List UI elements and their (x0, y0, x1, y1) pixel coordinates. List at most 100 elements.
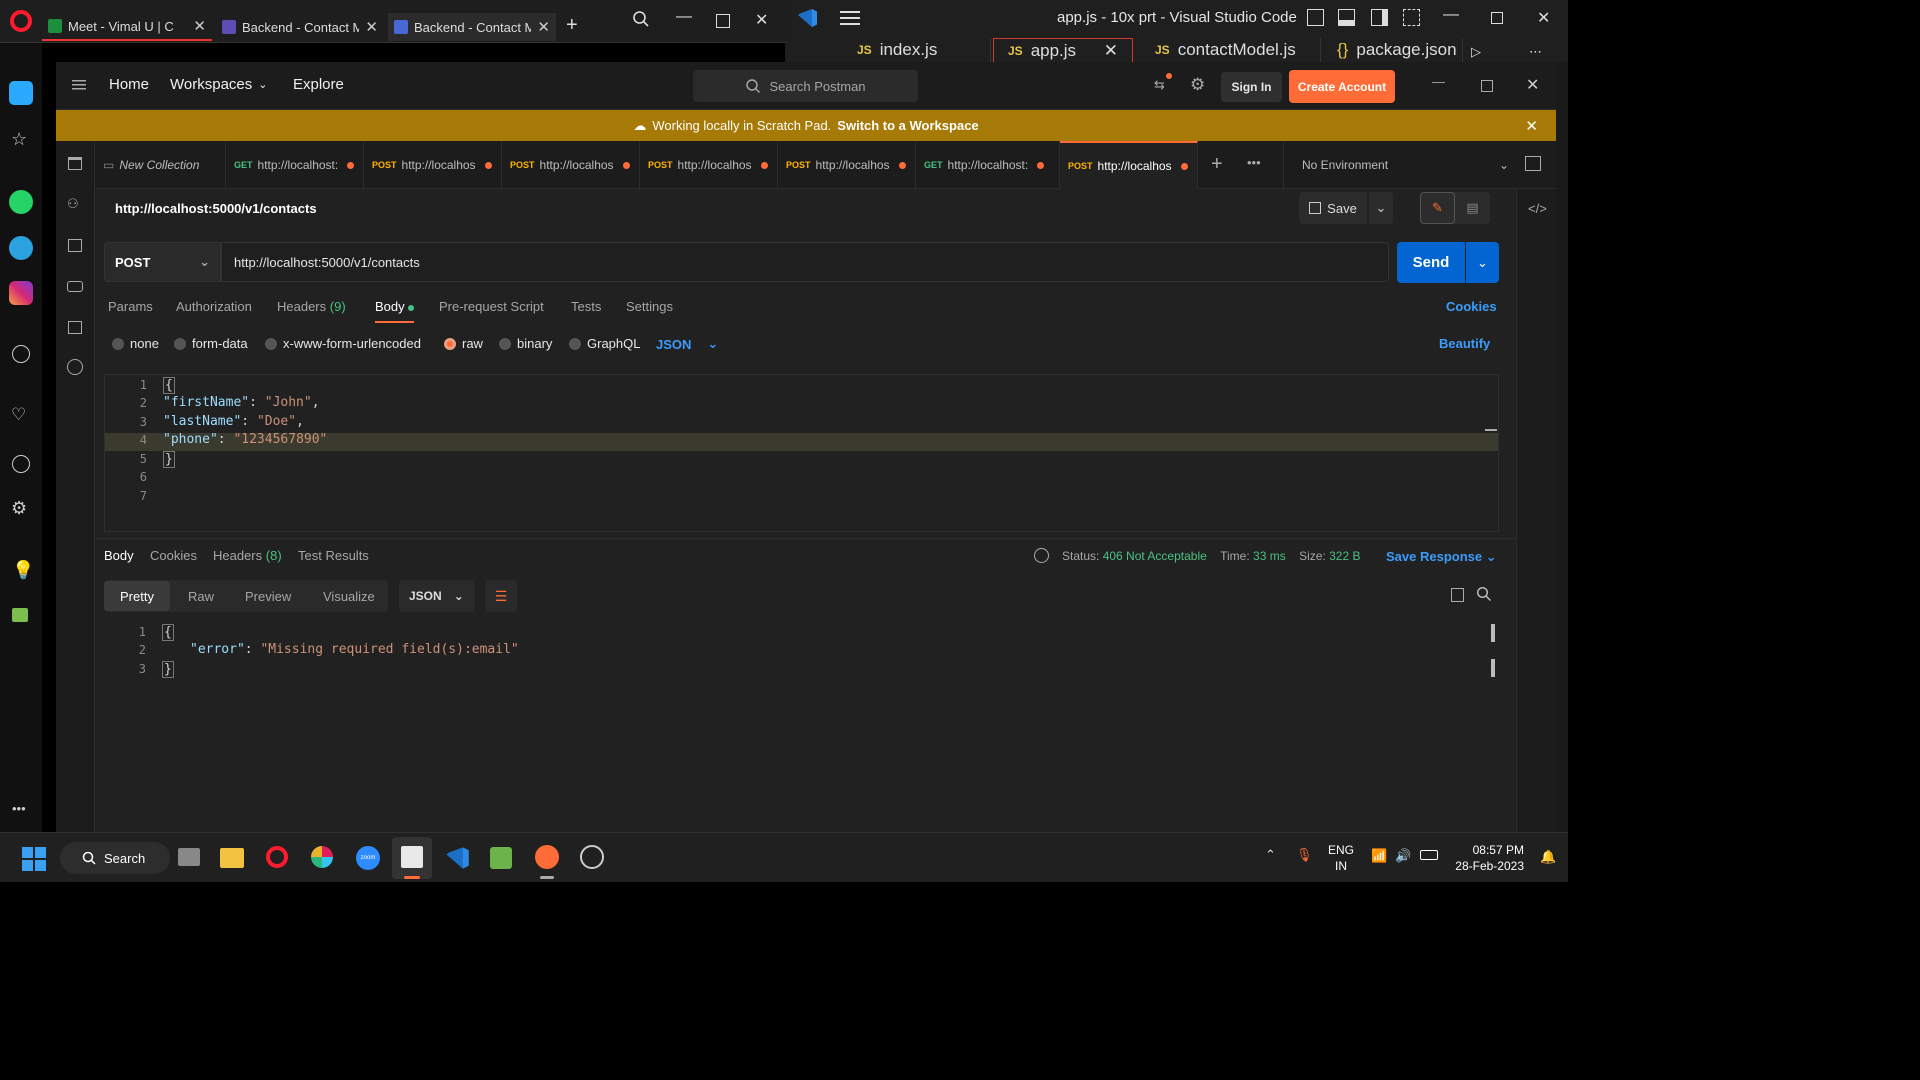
send-button[interactable]: Send (1397, 242, 1465, 283)
radio-raw[interactable]: raw (444, 336, 483, 351)
opera-tab-meet[interactable]: Meet - Vimal U | C ✕ (42, 13, 212, 41)
maximize-icon[interactable] (1481, 80, 1493, 92)
collections-icon[interactable] (68, 157, 82, 170)
save-dropdown[interactable]: ⌄ (1369, 192, 1393, 224)
search-icon[interactable] (1476, 586, 1492, 602)
sidebar-toggle-icon[interactable] (1371, 9, 1388, 26)
scrollbar[interactable] (1491, 659, 1495, 677)
send-dropdown[interactable]: ⌄ (1466, 242, 1499, 283)
opera-icon[interactable] (266, 846, 288, 868)
tab-pre-request-script[interactable]: Pre-request Script (439, 299, 544, 314)
radio-urlencoded[interactable]: x-www-form-urlencoded (265, 336, 421, 351)
save-response-button[interactable]: Save Response ⌄ (1386, 549, 1497, 565)
request-tab[interactable]: POST http://localhos (640, 141, 778, 189)
vscode-tab-package[interactable]: {} package.json (1323, 38, 1463, 62)
response-tab-cookies[interactable]: Cookies (150, 548, 197, 563)
response-tab-test-results[interactable]: Test Results (298, 548, 369, 563)
volume-icon[interactable]: 🔊 (1395, 848, 1411, 864)
whatsapp-icon[interactable] (9, 190, 33, 214)
lightbulb-icon[interactable]: 💡 (12, 560, 34, 581)
beautify-link[interactable]: Beautify (1439, 336, 1490, 351)
request-title[interactable]: http://localhost:5000/v1/contacts (115, 201, 317, 216)
more-icon[interactable]: ••• (12, 801, 26, 816)
minimize-icon[interactable]: — (1432, 74, 1445, 89)
menu-icon[interactable] (72, 80, 86, 90)
scrollbar[interactable] (1491, 624, 1495, 642)
create-account-button[interactable]: Create Account (1289, 70, 1395, 103)
opera-tab-backend-2[interactable]: Backend - Contact Ma ✕ (388, 13, 556, 41)
request-tab[interactable]: POST http://localhos (778, 141, 916, 189)
search-icon[interactable] (632, 10, 650, 28)
nav-workspaces[interactable]: Workspaces ⌄ (170, 76, 267, 93)
view-visualize[interactable]: Visualize (307, 581, 391, 611)
tab-tests[interactable]: Tests (571, 299, 601, 314)
radio-form-data[interactable]: form-data (174, 336, 248, 351)
mock-servers-icon[interactable] (67, 281, 83, 292)
body-format-select[interactable]: JSON ⌄ (656, 336, 718, 352)
heart-icon[interactable]: ♡ (11, 405, 26, 425)
search-postman[interactable]: Search Postman (693, 70, 918, 102)
task-view-icon[interactable] (178, 848, 200, 866)
response-tab-headers[interactable]: Headers (8) (213, 548, 282, 563)
radio-binary[interactable]: binary (499, 336, 552, 351)
vscode-icon[interactable] (444, 845, 470, 871)
response-tab-body[interactable]: Body (104, 548, 134, 563)
view-raw[interactable]: Raw (172, 581, 230, 611)
method-select[interactable]: POST ⌄ (104, 242, 221, 282)
environments-icon[interactable] (68, 239, 82, 252)
windows-start-icon[interactable] (22, 847, 46, 871)
switch-workspace-link[interactable]: Switch to a Workspace (837, 118, 978, 133)
nav-explore[interactable]: Explore (293, 76, 344, 93)
opera-tab-backend-1[interactable]: Backend - Contact Ma ✕ (216, 13, 384, 41)
url-input[interactable]: http://localhost:5000/v1/contacts (221, 242, 1389, 282)
run-icon[interactable]: ▷ (1471, 44, 1481, 60)
history-icon[interactable] (67, 359, 83, 375)
wrap-lines-icon[interactable]: ☰ (485, 580, 517, 612)
home-icon[interactable] (9, 81, 33, 105)
nav-home[interactable]: Home (109, 76, 149, 93)
extension-icon[interactable] (12, 608, 28, 622)
scrollbar-marker[interactable] (1485, 429, 1497, 431)
close-window-icon[interactable]: ✕ (755, 10, 768, 30)
request-tab-active[interactable]: POST http://localhos (1060, 141, 1198, 189)
close-icon[interactable]: ✕ (537, 18, 550, 36)
tab-new-collection[interactable]: ▭ New Collection (95, 141, 226, 189)
star-icon[interactable]: ☆ (11, 129, 27, 150)
minimize-icon[interactable]: — (676, 8, 692, 26)
notification-icon[interactable]: 🔔 (1540, 849, 1556, 865)
response-time[interactable]: 33 ms (1253, 549, 1286, 563)
opera-logo-icon[interactable] (10, 10, 32, 32)
telegram-icon[interactable] (9, 236, 33, 260)
environment-selector[interactable]: No Environment ⌄ (1283, 141, 1527, 189)
vscode-tab-app[interactable]: JS app.js ✕ (993, 38, 1133, 62)
request-tab[interactable]: POST http://localhos (364, 141, 502, 189)
tab-authorization[interactable]: Authorization (176, 299, 252, 314)
player-icon[interactable] (12, 345, 30, 363)
battery-icon[interactable] (1420, 850, 1438, 860)
edit-icon[interactable]: ✎ (1420, 192, 1455, 224)
tab-headers[interactable]: Headers (9) (277, 299, 346, 314)
file-explorer-icon[interactable] (220, 848, 244, 868)
close-icon[interactable]: ✕ (1104, 41, 1118, 61)
clock[interactable]: 08:57 PM 28-Feb-2023 (1452, 842, 1524, 874)
maximize-icon[interactable] (1491, 12, 1503, 24)
vscode-tab-contactmodel[interactable]: JS contactModel.js (1141, 38, 1321, 62)
vscode-tab-index[interactable]: JS index.js (843, 38, 991, 62)
close-icon[interactable]: ✕ (365, 18, 378, 36)
new-tab-icon[interactable]: + (1211, 153, 1223, 176)
new-tab-icon[interactable]: + (566, 14, 578, 37)
request-tab[interactable]: GET http://localhost: (916, 141, 1060, 189)
language-indicator[interactable]: ENG IN (1328, 842, 1354, 874)
environment-quick-look-icon[interactable] (1525, 156, 1541, 171)
zoom-icon[interactable]: zoom (356, 846, 380, 870)
apis-icon[interactable]: ⚇ (67, 196, 79, 212)
maximize-icon[interactable] (716, 14, 730, 28)
wifi-icon[interactable]: 📶 (1371, 848, 1387, 864)
request-tab[interactable]: POST http://localhos (502, 141, 640, 189)
tab-settings[interactable]: Settings (626, 299, 673, 314)
comments-icon[interactable]: ▤ (1455, 192, 1490, 224)
slack-icon[interactable] (311, 846, 333, 868)
more-icon[interactable]: ⋯ (1529, 44, 1542, 60)
layout-toggle-icon[interactable] (1307, 9, 1324, 26)
panel-toggle-icon[interactable] (1338, 9, 1355, 26)
